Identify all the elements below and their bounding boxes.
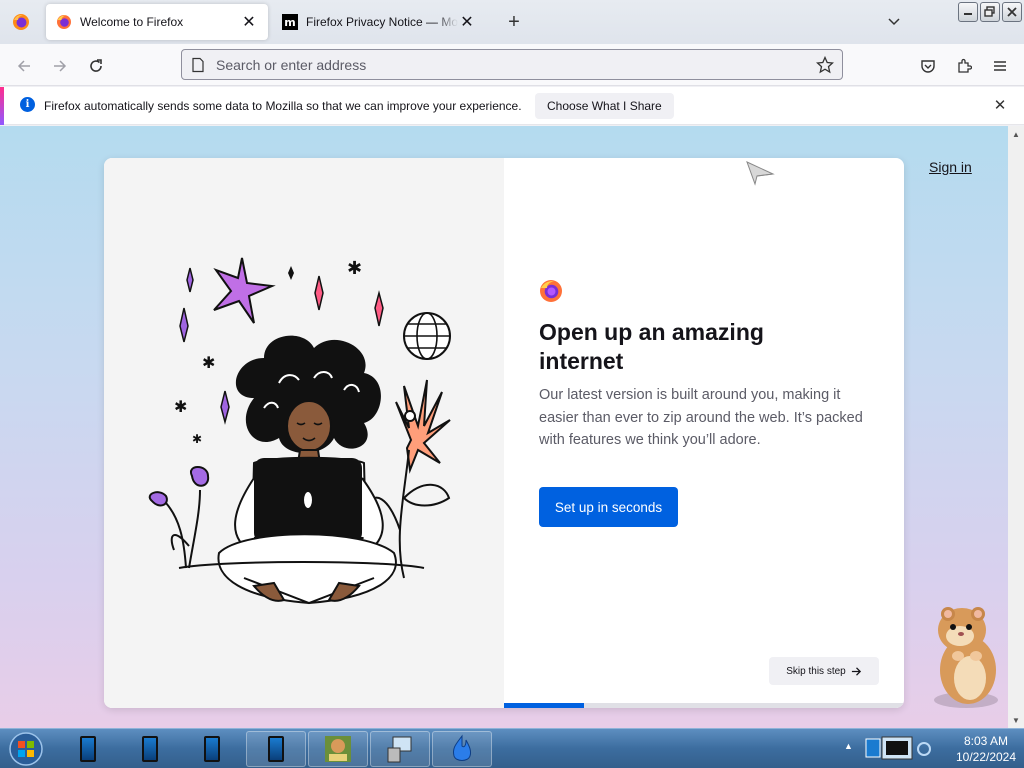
- taskbar-app-4[interactable]: [246, 731, 306, 767]
- svg-text:m: m: [284, 16, 295, 29]
- app-window-icon: [268, 736, 284, 762]
- tab-welcome[interactable]: Welcome to Firefox ✕: [46, 4, 268, 40]
- app-window-icon: [80, 736, 96, 762]
- computer-icon: [387, 736, 412, 763]
- vertical-scrollbar[interactable]: ▲ ▼: [1008, 126, 1024, 728]
- svg-text:✱: ✱: [347, 258, 362, 279]
- page-icon: [192, 57, 204, 72]
- person-with-laptop-illustration: ✱ ✱ ✱ ✱: [148, 257, 451, 605]
- skip-label: Skip this step: [786, 665, 846, 677]
- taskbar-firefox[interactable]: [432, 731, 492, 767]
- app-window-icon: [204, 736, 220, 762]
- network-status-icon[interactable]: [864, 735, 934, 763]
- onboarding-text-panel: Open up an amazing internet Our latest v…: [504, 158, 904, 708]
- close-window-button[interactable]: [1002, 2, 1022, 22]
- extensions-icon: [958, 58, 972, 73]
- windows-start-icon: [9, 732, 43, 766]
- window-controls: [958, 2, 1022, 22]
- page-title: Open up an amazing internet: [539, 319, 764, 374]
- firefox-favicon: [57, 15, 71, 29]
- bookmark-star-icon[interactable]: [816, 55, 834, 74]
- scroll-up-icon[interactable]: ▲: [1008, 126, 1024, 142]
- data-collection-notification: i Firefox automatically sends some data …: [0, 87, 1024, 125]
- page-content: Sign in ✱ ✱ ✱ ✱ Open up an amazing inter…: [0, 126, 1008, 728]
- tab-strip: Welcome to Firefox ✕ m Firefox Privacy N…: [0, 0, 1024, 44]
- sign-in-link[interactable]: Sign in: [929, 159, 972, 175]
- choose-what-i-share-button[interactable]: Choose What I Share: [535, 93, 674, 119]
- close-icon[interactable]: ✕: [992, 97, 1008, 114]
- svg-text:✱: ✱: [174, 397, 187, 416]
- system-tray: ▲ 8:03 AM 10/22/2024: [838, 729, 1024, 768]
- back-button[interactable]: [10, 52, 38, 80]
- arrow-right-icon: [851, 666, 861, 676]
- blue-flame-icon: [453, 734, 471, 761]
- reload-button[interactable]: [82, 52, 110, 80]
- close-icon[interactable]: ✕: [458, 13, 476, 31]
- app-menu-icon: [994, 61, 1006, 71]
- onboarding-card: ✱ ✱ ✱ ✱ Open up an amazing internet Our …: [104, 158, 904, 708]
- close-icon[interactable]: ✕: [240, 13, 258, 31]
- progress-fill: [504, 703, 584, 708]
- info-icon: i: [20, 97, 35, 112]
- reload-icon: [90, 59, 102, 72]
- firefox-logo: [540, 280, 562, 302]
- illustration-panel: ✱ ✱ ✱ ✱: [104, 158, 504, 708]
- skip-step-button[interactable]: Skip this step: [769, 657, 879, 685]
- taskbar-app-2[interactable]: [120, 731, 180, 767]
- hamster-mascot: [934, 607, 998, 708]
- tab-title: Welcome to Firefox: [80, 15, 184, 29]
- page-subtitle: Our latest version is built around you, …: [539, 387, 863, 448]
- new-tab-icon[interactable]: +: [502, 10, 526, 34]
- minimize-button[interactable]: [958, 2, 978, 22]
- show-hidden-icons-icon[interactable]: ▲: [844, 741, 853, 751]
- restore-button[interactable]: [980, 2, 1000, 22]
- tab-privacy-notice[interactable]: m Firefox Privacy Notice — Mozilla ✕: [272, 4, 486, 40]
- clock-time: 8:03 AM: [963, 734, 1009, 748]
- taskbar-network-app[interactable]: [370, 731, 430, 767]
- list-all-tabs-icon[interactable]: [882, 10, 906, 34]
- set-up-button[interactable]: Set up in seconds: [539, 487, 678, 527]
- taskbar-app-3[interactable]: [182, 731, 242, 767]
- taskbar-box-app[interactable]: [308, 731, 368, 767]
- paper-plane-cursor: [746, 161, 775, 186]
- pocket-icon: [921, 60, 935, 73]
- svg-text:✱: ✱: [202, 353, 215, 372]
- tab-title: Firefox Privacy Notice — Mozilla: [306, 15, 458, 29]
- notification-message: Firefox automatically sends some data to…: [44, 99, 522, 113]
- firefox-menu-icon: [13, 14, 29, 30]
- address-bar[interactable]: [181, 49, 843, 80]
- back-icon: [17, 60, 30, 72]
- svg-text:✱: ✱: [192, 432, 202, 446]
- pocket-button[interactable]: [914, 52, 942, 80]
- firefox-view-button[interactable]: [4, 6, 38, 38]
- scroll-down-icon[interactable]: ▼: [1008, 712, 1024, 728]
- forward-button[interactable]: [46, 52, 74, 80]
- forward-icon: [54, 60, 67, 72]
- app-menu-button[interactable]: [986, 52, 1014, 80]
- extensions-button[interactable]: [950, 52, 978, 80]
- windows-taskbar: ▲ 8:03 AM 10/22/2024: [0, 728, 1024, 768]
- notification-accent: [0, 87, 4, 125]
- start-button[interactable]: [6, 731, 46, 767]
- taskbar-clock[interactable]: 8:03 AM 10/22/2024: [950, 733, 1022, 765]
- search-input[interactable]: [216, 56, 816, 73]
- clock-date: 10/22/2024: [955, 750, 1017, 764]
- navigation-toolbar: [0, 44, 1024, 86]
- mozilla-favicon: m: [282, 14, 298, 30]
- onboarding-progress: [504, 703, 904, 708]
- taskbar-app-1[interactable]: [58, 731, 118, 767]
- app-window-icon: [142, 736, 158, 762]
- box-game-icon: [325, 736, 351, 762]
